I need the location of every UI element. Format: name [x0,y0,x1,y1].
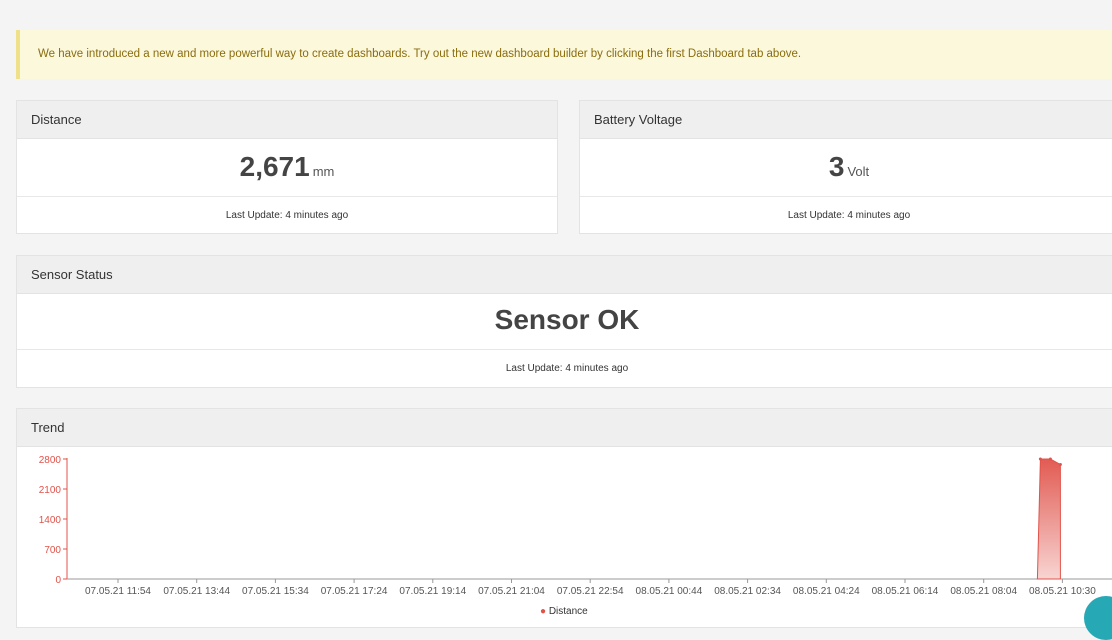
legend-marker-icon: ● [540,606,547,617]
x-tick-label-9: 08.05.21 04:24 [793,586,860,597]
y-tick-label-0: 0 [55,575,61,586]
y-tick-label-2: 1400 [39,515,62,526]
y-tick-label-3: 2100 [39,485,62,496]
x-tick-label-4: 07.05.21 19:14 [399,586,466,597]
y-tick-label-1: 700 [44,545,61,556]
x-tick-label-2: 07.05.21 15:34 [242,586,309,597]
x-tick-label-3: 07.05.21 17:24 [321,586,388,597]
x-tick-label-6: 07.05.21 22:54 [557,586,624,597]
legend-label-distance: Distance [548,606,588,617]
x-tick-label-1: 07.05.21 13:44 [163,586,230,597]
x-tick-label-0: 07.05.21 11:54 [85,586,151,597]
y-tick-label-4: 2800 [39,455,62,466]
x-tick-label-5: 07.05.21 21:04 [478,586,545,597]
x-tick-label-11: 08.05.21 08:04 [950,586,1017,597]
x-tick-label-7: 08.05.21 00:44 [636,586,703,597]
series-point-1 [1048,457,1052,461]
x-tick-label-10: 08.05.21 06:14 [872,586,939,597]
chart-legend[interactable]: ● Distance [540,606,588,617]
series-area-distance [1036,458,1061,580]
trend-chart: 0 700 1400 2100 2800 07.05.21 11:54 07.05.21 1… [39,455,1112,597]
series-point-0 [1038,457,1042,461]
x-tick-label-8: 08.05.21 02:34 [714,586,781,597]
x-tick-label-12: 08.05.21 10:30 [1029,586,1096,597]
series-point-2 [1058,463,1062,467]
